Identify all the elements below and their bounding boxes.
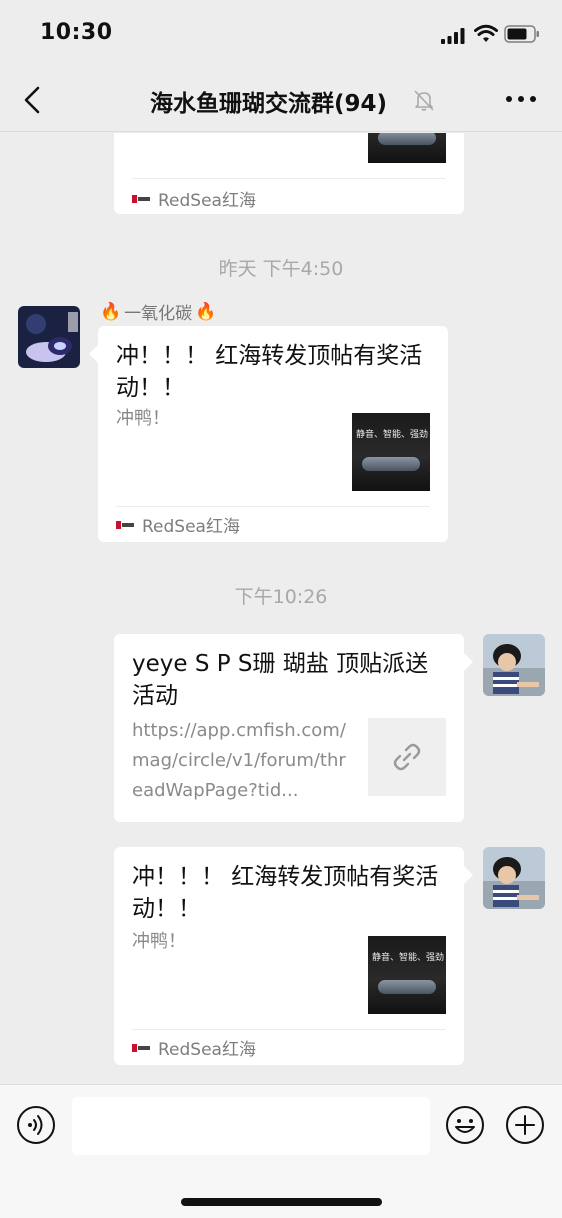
card-source: RedSea红海	[132, 1035, 256, 1060]
voice-icon[interactable]	[16, 1105, 56, 1145]
status-time: 10:30	[40, 20, 113, 45]
thumbnail-text: 静音、智能、强劲	[372, 953, 445, 963]
card-link-url: https://app.cmfish.com/mag/circle/v1/for…	[132, 720, 346, 801]
redsea-logo-icon	[116, 520, 134, 529]
chat-area[interactable]: RedSea红海 昨天 下午4:50 🔥 一氧化碳 🔥 冲！！！ 红海转发顶帖有…	[0, 133, 562, 1084]
sender-name-label: 一氧化碳	[124, 304, 193, 324]
card-description: 冲鸭！	[116, 408, 170, 429]
input-bar	[0, 1084, 562, 1218]
fire-icon: 🔥	[195, 301, 217, 322]
back-icon[interactable]	[20, 85, 46, 115]
timestamp: 昨天 下午4:50	[218, 258, 344, 280]
card-thumbnail: 静音、智能、强劲	[352, 413, 430, 491]
bubble-tail	[463, 865, 473, 885]
chat-title: 海水鱼珊瑚交流群(94)	[150, 91, 388, 117]
home-indicator	[181, 1198, 382, 1206]
card-divider	[132, 1029, 446, 1030]
card-source: RedSea红海	[132, 186, 256, 211]
avatar-sender[interactable]	[18, 306, 80, 368]
thumbnail-device	[362, 457, 420, 471]
card-thumbnail	[368, 133, 446, 163]
card-divider	[116, 506, 430, 507]
card-title: 冲！！！ 红海转发顶帖有奖活动！！	[116, 343, 423, 401]
shared-card[interactable]: 冲！！！ 红海转发顶帖有奖活动！！ 冲鸭！ 静音、智能、强劲 RedSea红海	[114, 847, 473, 1065]
message-input[interactable]	[72, 1097, 430, 1155]
emoji-icon[interactable]	[445, 1105, 485, 1145]
avatar-self[interactable]	[483, 847, 545, 909]
card-description: 冲鸭！	[132, 931, 186, 952]
avatar-image	[483, 634, 545, 696]
nav-bar: 海水鱼珊瑚交流群(94)	[0, 68, 562, 132]
thumbnail-text: 静音、智能、强劲	[356, 430, 429, 440]
card-source-label: RedSea红海	[142, 517, 240, 537]
avatar-self[interactable]	[483, 634, 545, 696]
avatar-image	[18, 306, 80, 368]
status-bar: 10:30	[0, 0, 562, 68]
thumbnail-device	[378, 133, 436, 145]
bubble-tail	[89, 344, 99, 364]
shared-card-top[interactable]: RedSea红海	[114, 133, 464, 214]
plus-icon[interactable]	[505, 1105, 545, 1145]
mute-bell-icon	[414, 90, 434, 111]
redsea-logo-icon	[132, 194, 150, 203]
redsea-logo-icon	[132, 1043, 150, 1052]
thumbnail-device	[378, 980, 436, 994]
card-title: yeye S P S珊 瑚盐 顶贴派送活动	[132, 651, 429, 709]
card-source-label: RedSea红海	[158, 191, 256, 211]
wifi-icon	[474, 24, 498, 42]
fire-icon: 🔥	[100, 301, 122, 322]
shared-card[interactable]: 冲！！！ 红海转发顶帖有奖活动！！ 冲鸭！ 静音、智能、强劲 RedSea红海	[89, 326, 448, 542]
link-icon	[393, 743, 421, 771]
card-divider	[132, 178, 446, 179]
more-options-icon[interactable]	[505, 94, 537, 104]
card-source: RedSea红海	[116, 512, 240, 537]
card-source-label: RedSea红海	[158, 1040, 256, 1060]
link-thumbnail	[368, 718, 446, 796]
battery-icon	[504, 25, 539, 43]
sender-name: 🔥 一氧化碳 🔥	[100, 299, 217, 325]
timestamp: 下午10:26	[234, 586, 328, 608]
card-thumbnail: 静音、智能、强劲	[368, 936, 446, 1014]
signal-icon	[441, 28, 465, 44]
avatar-image	[483, 847, 545, 909]
bubble-tail	[463, 652, 473, 672]
link-card[interactable]: yeye S P S珊 瑚盐 顶贴派送活动 https://app.cmfish…	[114, 634, 473, 822]
card-title: 冲！！！ 红海转发顶帖有奖活动！！	[132, 864, 439, 922]
